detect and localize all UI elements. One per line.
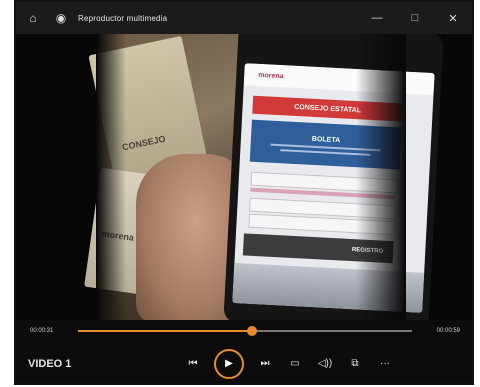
window-title: Reproductor multimedia — [78, 13, 168, 23]
window-controls: — □ ✕ — [358, 2, 472, 34]
maximize-button[interactable]: □ — [396, 2, 434, 34]
media-player-window: ⌂ ◉ Reproductor multimedia — □ ✕ CONSEJO… — [14, 0, 474, 385]
close-button[interactable]: ✕ — [434, 2, 472, 34]
home-icon[interactable]: ⌂ — [22, 7, 44, 29]
media-player-icon: ◉ — [55, 11, 67, 25]
captions-icon[interactable]: ▭ — [280, 349, 310, 379]
seek-bar-thumb[interactable] — [246, 326, 257, 336]
more-icon[interactable]: ··· — [370, 349, 400, 379]
total-time: 00:00:59 — [436, 328, 460, 334]
volume-icon[interactable]: ◁)) — [310, 349, 340, 379]
current-time: 00:00:31 — [30, 328, 54, 334]
video-surface[interactable]: CONSEJO morena morena CONSEJO ESTATAL BO… — [16, 34, 472, 320]
blue-banner-title: BOLETA — [311, 135, 341, 144]
next-icon[interactable]: ⏭ — [250, 349, 280, 379]
playback-controls: VIDEO 1 ⏮ ▶ ⏭ ▭ ◁)) ⧉ ··· — [16, 342, 472, 383]
seek-bar[interactable] — [78, 326, 412, 336]
seek-bar-progress — [78, 330, 252, 332]
previous-icon[interactable]: ⏮ — [178, 349, 208, 379]
phone-image: morena CONSEJO ESTATAL BOLETA REGISTRO — [223, 34, 444, 320]
play-icon[interactable]: ▶ — [214, 348, 244, 379]
seek-bar-row: 00:00:31 00:00:59 — [16, 320, 472, 342]
title-bar: ⌂ ◉ Reproductor multimedia — □ ✕ — [16, 2, 472, 34]
bill-text: CONSEJO — [121, 133, 167, 153]
morena-logo: morena — [258, 71, 284, 80]
video-edge-shade — [356, 34, 406, 320]
minimize-button[interactable]: — — [358, 2, 396, 34]
video-edge-shade — [96, 34, 126, 320]
cast-icon[interactable]: ⧉ — [340, 349, 370, 379]
video-title: VIDEO 1 — [28, 357, 72, 370]
